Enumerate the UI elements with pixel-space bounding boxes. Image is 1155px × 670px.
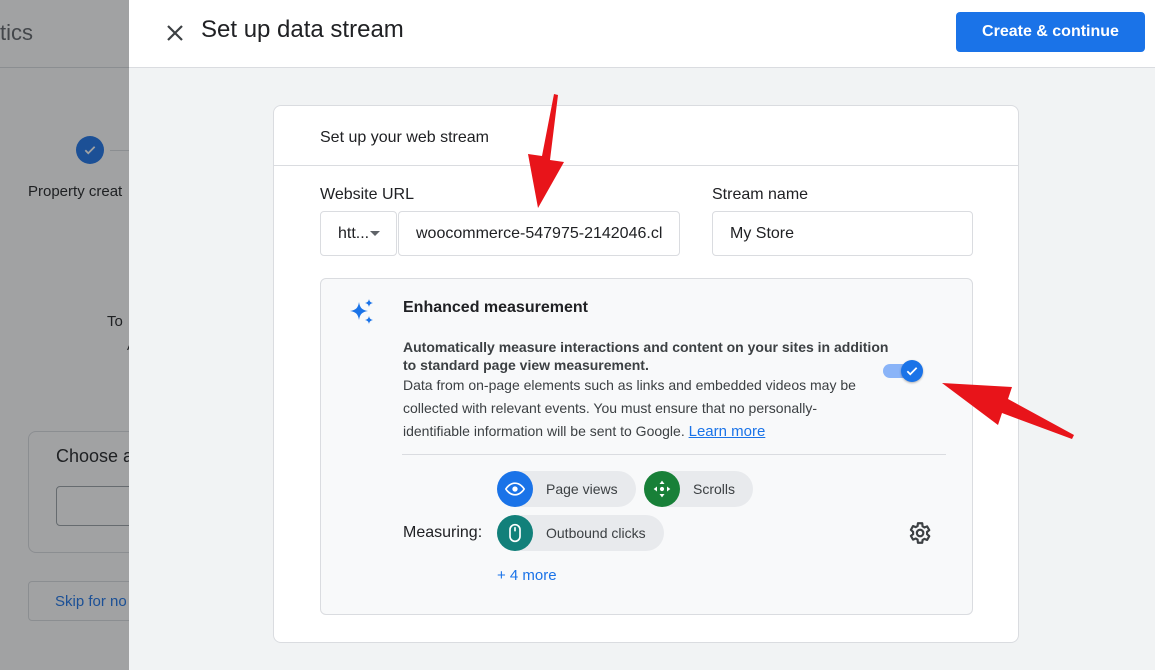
more-events-link[interactable]: + 4 more	[497, 567, 557, 584]
enhanced-measurement-summary: Automatically measure interactions and c…	[403, 339, 889, 373]
create-continue-button[interactable]: Create & continue	[956, 12, 1145, 52]
data-stream-dialog: Set up data stream Create & continue Set…	[129, 0, 1155, 670]
enhanced-measurement-title: Enhanced measurement	[403, 299, 588, 316]
learn-more-link[interactable]: Learn more	[689, 423, 766, 440]
measuring-label: Measuring:	[403, 524, 483, 541]
stream-name-input[interactable]: My Store	[712, 211, 973, 256]
website-url-label: Website URL	[320, 186, 414, 203]
close-icon	[167, 25, 183, 41]
chip-label: Scrolls	[693, 481, 736, 497]
dialog-title: Set up data stream	[201, 16, 404, 43]
scroll-arrows-icon	[644, 471, 680, 507]
card-title: Set up your web stream	[320, 129, 489, 146]
card-divider	[274, 165, 1018, 166]
toggle-knob	[901, 360, 923, 382]
chip-label: Page views	[546, 481, 618, 497]
enhanced-divider	[402, 454, 946, 455]
sparkle-icon	[350, 299, 373, 324]
stream-name-label: Stream name	[712, 186, 809, 203]
protocol-select[interactable]: htt...	[320, 211, 397, 256]
chevron-down-icon	[370, 231, 380, 236]
protocol-value: htt...	[338, 224, 370, 242]
close-button[interactable]	[162, 20, 188, 46]
chip-outbound-clicks[interactable]: Outbound clicks	[497, 515, 664, 551]
enhanced-measurement-box: Enhanced measurement Automatically measu…	[320, 278, 973, 615]
chip-page-views[interactable]: Page views	[497, 471, 636, 507]
check-icon	[906, 367, 918, 376]
gear-icon[interactable]	[906, 520, 932, 546]
enhanced-measurement-description: Data from on-page elements such as links…	[403, 374, 873, 443]
enhanced-measurement-desc-text: Data from on-page elements such as links…	[403, 377, 856, 439]
website-url-value: woocommerce-547975-2142046.cl	[416, 224, 663, 242]
enhanced-measurement-toggle[interactable]	[883, 360, 925, 382]
website-url-input[interactable]: woocommerce-547975-2142046.cl	[398, 211, 680, 256]
dialog-header: Set up data stream Create & continue	[129, 0, 1155, 68]
chip-label: Outbound clicks	[546, 525, 646, 541]
mouse-icon	[497, 515, 533, 551]
stream-name-value: My Store	[730, 224, 795, 242]
web-stream-card: Set up your web stream Website URL htt..…	[273, 105, 1019, 643]
eye-icon	[497, 471, 533, 507]
chip-scrolls[interactable]: Scrolls	[644, 471, 754, 507]
